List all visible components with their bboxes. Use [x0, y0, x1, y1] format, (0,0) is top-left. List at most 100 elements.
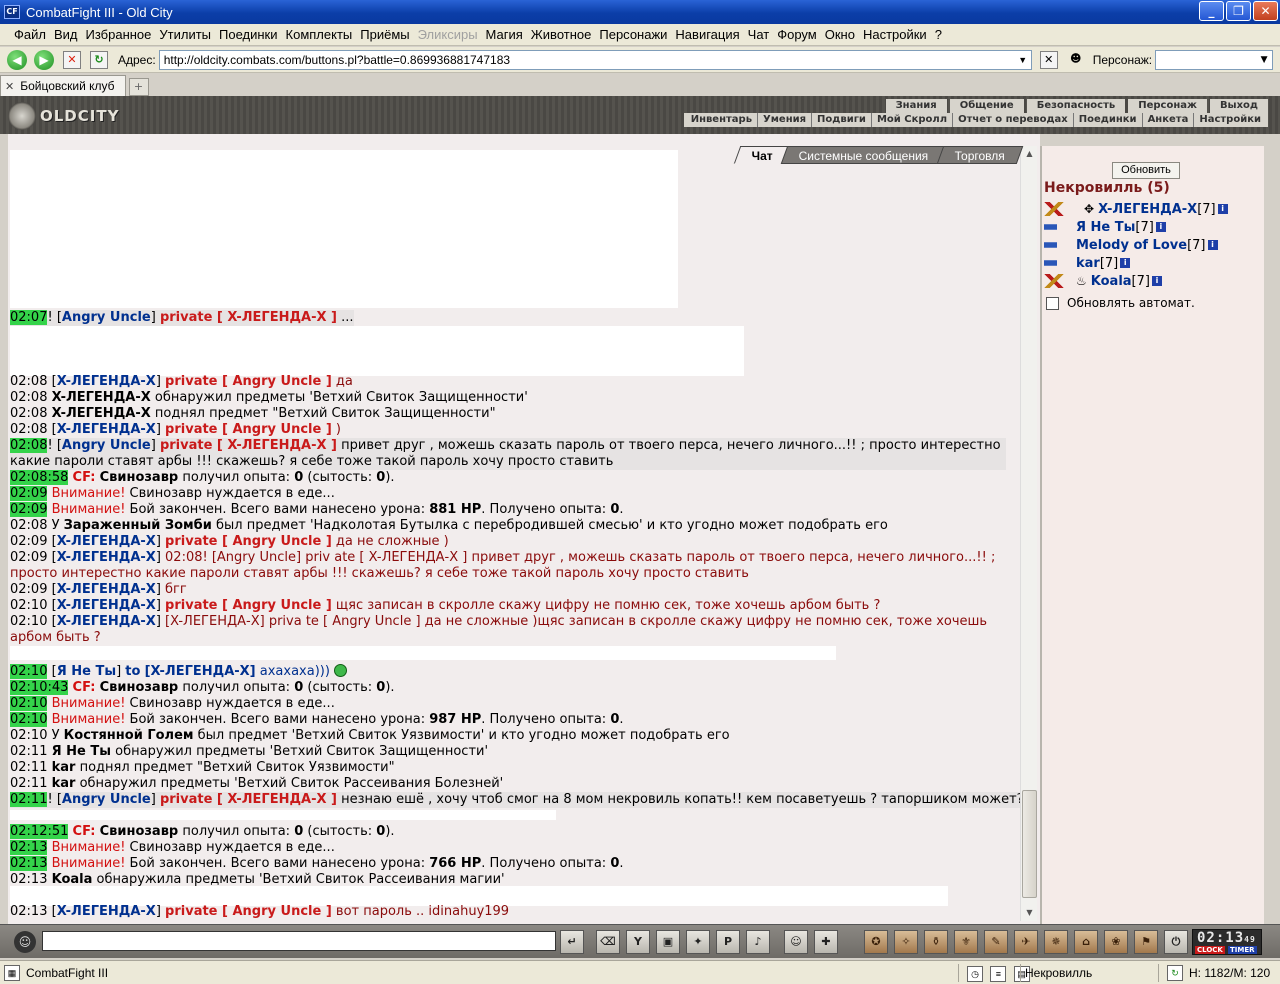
menu-favorites[interactable]: Избранное [82, 27, 156, 42]
fight-icon[interactable] [1044, 274, 1066, 288]
nick-link[interactable]: X-ЛЕГЕНДА-X [57, 374, 156, 389]
fight-icon[interactable] [1044, 202, 1066, 216]
menu-elixirs[interactable]: Эликсиры [414, 27, 482, 42]
talk-icon[interactable] [1044, 238, 1066, 252]
menu-forum[interactable]: Форум [773, 27, 821, 42]
menu-techniques[interactable]: Приёмы [356, 27, 413, 42]
menu-sets[interactable]: Комплекты [282, 27, 357, 42]
nav-inventory[interactable]: Инвентарь [686, 113, 757, 127]
tab-fight-club[interactable]: ✕ Бойцовский клуб [0, 75, 126, 96]
forward-icon[interactable]: ▶ [34, 49, 54, 70]
list-icon[interactable]: ≡ [990, 966, 1007, 982]
nick-link[interactable]: X-ЛЕГЕНДА-X [57, 550, 156, 565]
users-icon[interactable]: ☻ [1067, 51, 1085, 69]
clear-icon[interactable]: ✕ [1039, 50, 1058, 69]
nick-link[interactable]: X-ЛЕГЕНДА-X [57, 582, 156, 597]
player-row[interactable]: Я Не Ты [7] i [1044, 218, 1166, 236]
address-input[interactable]: http://oldcity.combats.com/buttons.pl?ba… [158, 49, 1032, 70]
menu-battles[interactable]: Поединки [215, 27, 282, 42]
scroll-down-icon[interactable]: ▼ [1021, 905, 1038, 921]
talk-icon[interactable] [1044, 256, 1066, 270]
nav-my-scroll[interactable]: Мой Скролл [870, 113, 952, 127]
menu-magic[interactable]: Магия [482, 27, 527, 42]
timer-label[interactable]: TIMER [1228, 946, 1257, 954]
menu-view[interactable]: Вид [50, 27, 82, 42]
nav-knowledge[interactable]: Знания [885, 99, 947, 113]
chat-scrollbar[interactable]: ▲ ▼ [1020, 146, 1037, 921]
nick-link[interactable]: X-ЛЕГЕНДА-X [57, 422, 156, 437]
skill-icon[interactable]: ⚱ [924, 930, 948, 954]
menu-characters[interactable]: Персонажи [595, 27, 671, 42]
menu-animal[interactable]: Животное [527, 27, 596, 42]
menu-file[interactable]: Файл [10, 27, 50, 42]
new-tab-button[interactable]: + [128, 78, 149, 96]
clock-label[interactable]: CLOCK [1195, 946, 1225, 954]
skill-icon[interactable]: ✪ [864, 930, 888, 954]
chat-head-icon[interactable]: ☺ [14, 931, 36, 953]
skill-icon[interactable]: ✧ [894, 930, 918, 954]
chevron-down-icon[interactable]: ▼ [1256, 51, 1272, 69]
nick-link[interactable]: X-ЛЕГЕНДА-X [57, 904, 156, 919]
auto-refresh-checkbox[interactable] [1046, 296, 1059, 310]
player-row[interactable]: ♨ Koala [7] i [1044, 272, 1162, 290]
nav-security[interactable]: Безопасность [1026, 99, 1126, 113]
skill-icon[interactable]: ✵ [1044, 930, 1068, 954]
eraser-icon[interactable]: ⌫ [596, 930, 620, 954]
menu-navigation[interactable]: Навигация [671, 27, 743, 42]
info-icon[interactable]: i [1207, 240, 1218, 250]
nav-character[interactable]: Персонаж [1128, 99, 1207, 113]
nav-exit[interactable]: Выход [1209, 99, 1268, 113]
nav-profile[interactable]: Анкета [1141, 113, 1194, 127]
tab-close-icon[interactable]: ✕ [5, 80, 14, 93]
globe-icon[interactable]: ◷ [967, 966, 983, 982]
nick-link[interactable]: Angry Uncle [62, 438, 151, 453]
nav-skills[interactable]: Умения [757, 113, 811, 127]
nav-communication[interactable]: Общение [949, 99, 1024, 113]
menu-utilities[interactable]: Утилиты [155, 27, 215, 42]
nick-link[interactable]: Angry Uncle [62, 792, 151, 807]
chat-input[interactable] [42, 931, 556, 951]
chevron-down-icon[interactable]: ▼ [1015, 51, 1031, 69]
nick-link[interactable]: Я Не Ты [57, 664, 116, 679]
info-icon[interactable]: i [1217, 204, 1228, 214]
tab-system-messages[interactable]: Системные сообщения [781, 146, 948, 164]
skill-icon[interactable]: ✎ [984, 930, 1008, 954]
refresh-button[interactable]: Обновить [1112, 162, 1180, 179]
back-icon[interactable]: ◀ [7, 49, 27, 70]
pl-icon[interactable]: P [716, 930, 740, 954]
player-row[interactable]: Melody of Love [7] i [1044, 236, 1218, 254]
skill-icon[interactable]: ❀ [1104, 930, 1128, 954]
skill-icon[interactable]: ⚜ [954, 930, 978, 954]
exit-icon[interactable]: ⏻ [1164, 930, 1188, 954]
smiley-icon[interactable]: ☺ [784, 930, 808, 954]
tab-trade[interactable]: Торговля [936, 146, 1024, 164]
nav-battles[interactable]: Поединки [1072, 113, 1142, 127]
maximize-button[interactable]: ❐ [1226, 1, 1251, 21]
nav-achievements[interactable]: Подвиги [811, 113, 871, 127]
nav-settings[interactable]: Настройки [1193, 113, 1266, 127]
fighter-icon[interactable]: ✦ [686, 930, 710, 954]
stop-icon[interactable]: ✕ [63, 50, 81, 69]
refresh-icon[interactable]: ↻ [90, 50, 108, 69]
talk-icon[interactable] [1044, 220, 1066, 234]
close-button[interactable]: ✕ [1253, 1, 1278, 21]
nick-link[interactable]: X-ЛЕГЕНДА-X [57, 614, 156, 629]
menu-window[interactable]: Окно [821, 27, 859, 42]
nav-transfer-report[interactable]: Отчет о переводах [952, 113, 1073, 127]
minimize-button[interactable]: _ [1199, 1, 1224, 21]
save-icon[interactable]: ▣ [656, 930, 680, 954]
scroll-up-icon[interactable]: ▲ [1021, 146, 1038, 162]
persona-select[interactable]: ▼ [1155, 49, 1274, 70]
refresh-icon[interactable]: ↻ [1167, 965, 1183, 981]
menu-help[interactable]: ? [931, 27, 946, 42]
info-icon[interactable]: i [1155, 222, 1166, 232]
skill-icon[interactable]: ⚑ [1134, 930, 1158, 954]
player-row[interactable]: kar [7] i [1044, 254, 1131, 272]
scroll-thumb[interactable] [1022, 790, 1037, 898]
send-icon[interactable]: ↵ [560, 930, 584, 954]
nick-link[interactable]: Angry Uncle [62, 310, 151, 325]
nick-link[interactable]: X-ЛЕГЕНДА-X [57, 598, 156, 613]
info-icon[interactable]: i [1120, 258, 1131, 268]
ranks-icon[interactable]: ✚ [814, 930, 838, 954]
info-icon[interactable]: i [1151, 276, 1162, 286]
